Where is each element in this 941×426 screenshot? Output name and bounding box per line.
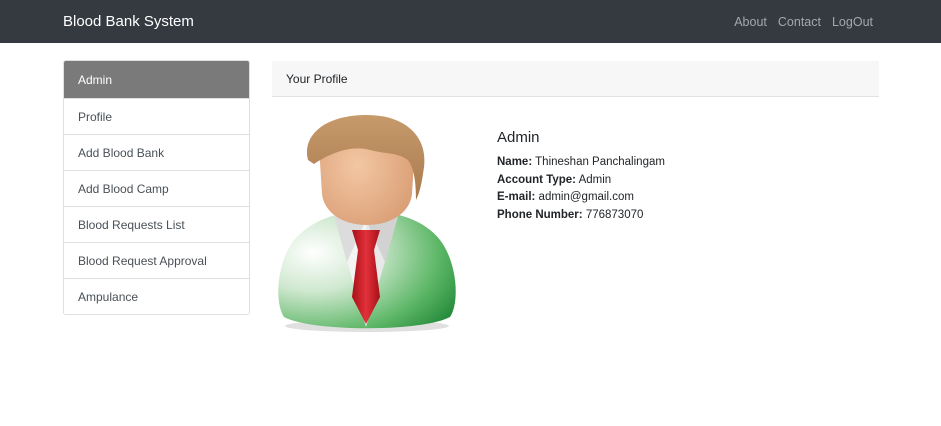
nav-link-contact[interactable]: Contact xyxy=(778,15,821,29)
sidebar-item-ampulance[interactable]: Ampulance xyxy=(64,278,249,314)
profile-phone-row: Phone Number: 776873070 xyxy=(497,207,665,225)
name-label: Name: xyxy=(497,156,533,168)
sidebar-item-blood-requests-list[interactable]: Blood Requests List xyxy=(64,206,249,242)
profile-name-row: Name: Thineshan Panchalingam xyxy=(497,154,665,172)
sidebar-menu: Admin Profile Add Blood Bank Add Blood C… xyxy=(63,60,250,315)
sidebar-item-add-blood-bank[interactable]: Add Blood Bank xyxy=(64,134,249,170)
phone-value: 776873070 xyxy=(585,208,644,221)
user-avatar-icon xyxy=(272,112,462,334)
phone-label: Phone Number: xyxy=(497,208,583,221)
sidebar-item-blood-request-approval[interactable]: Blood Request Approval xyxy=(64,242,249,278)
brand-link[interactable]: Blood Bank System xyxy=(63,13,194,30)
nav-link-about[interactable]: About xyxy=(734,15,767,29)
account-type-value: Admin xyxy=(578,173,612,186)
navbar: Blood Bank System About Contact LogOut xyxy=(0,0,941,43)
profile-email-row: E-mail: admin@gmail.com xyxy=(497,189,665,207)
profile-title: Admin xyxy=(497,129,540,146)
sidebar-item-add-blood-camp[interactable]: Add Blood Camp xyxy=(64,170,249,206)
profile-card-header: Your Profile xyxy=(272,61,879,97)
email-value: admin@gmail.com xyxy=(538,191,634,203)
email-label: E-mail: xyxy=(497,191,536,203)
sidebar-item-profile[interactable]: Profile xyxy=(64,98,249,134)
nav-link-logout[interactable]: LogOut xyxy=(832,15,873,29)
account-type-label: Account Type: xyxy=(497,173,577,186)
nav-links: About Contact LogOut xyxy=(734,15,873,29)
profile-account-type-row: Account Type: Admin xyxy=(497,172,665,190)
profile-info: Admin Name: Thineshan Panchalingam Accou… xyxy=(497,129,665,224)
sidebar-item-admin[interactable]: Admin xyxy=(64,61,249,98)
name-value: Thineshan Panchalingam xyxy=(535,156,665,168)
